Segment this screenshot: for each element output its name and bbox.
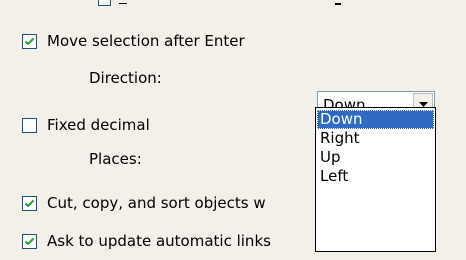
direction-label: Direction: xyxy=(89,69,162,87)
move-selection-option[interactable]: Move selection after Enter xyxy=(22,32,245,50)
check-icon xyxy=(24,37,35,45)
direction-option-left[interactable]: Left xyxy=(317,167,434,186)
cut-copy-sort-option[interactable]: Cut, copy, and sort objects w xyxy=(22,194,266,212)
cut-copy-sort-checkbox[interactable] xyxy=(22,195,37,211)
ask-update-links-label: Ask to update automatic links xyxy=(47,232,271,250)
fixed-decimal-checkbox[interactable] xyxy=(22,117,37,133)
clipped-text-fragment xyxy=(119,3,127,4)
ask-update-links-option[interactable]: Ask to update automatic links xyxy=(22,232,271,250)
fixed-decimal-option[interactable]: Fixed decimal xyxy=(22,116,150,134)
move-selection-label: Move selection after Enter xyxy=(47,32,245,50)
ask-update-links-checkbox[interactable] xyxy=(22,233,37,249)
check-icon xyxy=(24,199,35,207)
direction-option-up[interactable]: Up xyxy=(317,148,434,167)
direction-dropdown-list[interactable]: Down Right Up Left xyxy=(315,107,436,252)
places-label: Places: xyxy=(89,150,142,168)
clipped-text-fragment xyxy=(335,3,341,5)
direction-option-down[interactable]: Down xyxy=(317,110,434,129)
clipped-checkbox[interactable] xyxy=(98,0,111,6)
move-selection-checkbox[interactable] xyxy=(22,33,37,49)
fixed-decimal-label: Fixed decimal xyxy=(47,116,150,134)
clipped-option-row xyxy=(0,0,466,14)
check-icon xyxy=(24,237,35,245)
cut-copy-sort-label: Cut, copy, and sort objects w xyxy=(47,194,266,212)
direction-option-right[interactable]: Right xyxy=(317,129,434,148)
